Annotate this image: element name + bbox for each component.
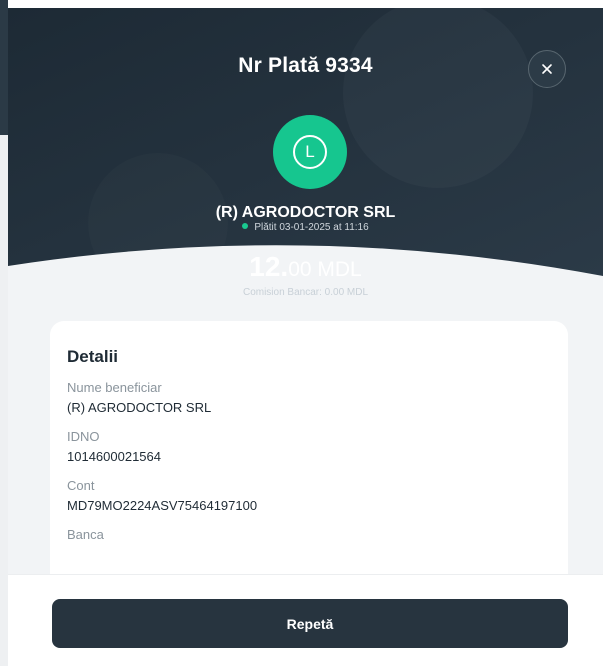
details-title: Detalii (67, 347, 119, 366)
repeat-button[interactable]: Repetă (52, 599, 568, 648)
payment-details-screen: Nr Plată 9334 L (R) AGRODOCTOR SRL Plăti… (0, 0, 603, 666)
bank-commission: Comision Bancar: 0.00 MDL (242, 287, 369, 298)
beneficiary-name-value: (R) AGRODOCTOR SRL (67, 400, 212, 415)
beneficiary-name: (R) AGRODOCTOR SRL (215, 204, 396, 221)
beneficiary-name-label: Nume beneficiar (67, 380, 162, 395)
account-label: Cont (67, 478, 95, 493)
payment-details-panel: Nr Plată 9334 L (R) AGRODOCTOR SRL Plăti… (8, 8, 603, 666)
beneficiary-avatar: L (273, 115, 347, 189)
payment-title: Nr Plată 9334 (238, 54, 373, 77)
idno-label: IDNO (67, 429, 100, 444)
close-button[interactable] (528, 50, 566, 88)
status-dot (242, 223, 249, 230)
status-text: Plătit 03-01-2025 at 11:16 (254, 222, 369, 233)
amount-integer: 12. (249, 251, 289, 282)
bank-label: Banca (67, 527, 104, 542)
backdrop-header-strip (0, 0, 8, 135)
close-icon (542, 64, 552, 74)
account-value: MD79MO2224ASV75464197100 (67, 498, 258, 513)
payment-amount: 12.00 MDL (8, 251, 603, 283)
payment-status: Plătit 03-01-2025 at 11:16 (8, 222, 603, 233)
amount-decimal: 00 (288, 258, 312, 281)
footer-bar: Repetă (8, 574, 603, 666)
idno-value: 1014600021564 (67, 449, 161, 464)
avatar-initial: L (293, 135, 327, 169)
amount-currency: MDL (317, 258, 362, 281)
